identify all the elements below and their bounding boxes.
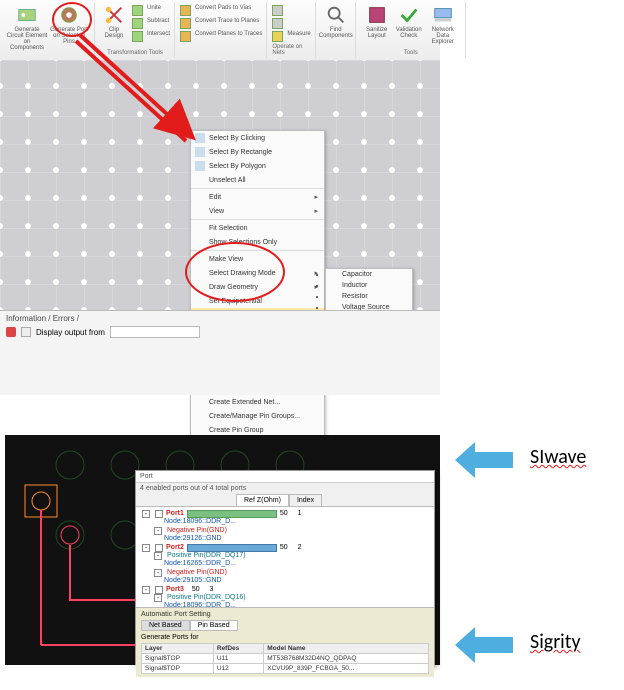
- ctx-set-equipotential[interactable]: Set Equipotential: [191, 294, 324, 308]
- submenu-inductor[interactable]: Inductor: [326, 280, 412, 291]
- convert-pads-button[interactable]: Convert Pads to Vias: [180, 4, 262, 17]
- ctx-edit[interactable]: Edit▸: [191, 190, 324, 204]
- ctx-create-extended-net-[interactable]: Create Extended Net...: [191, 395, 324, 409]
- dialog-tabs: Ref Z(Ohm) Index: [136, 494, 434, 507]
- convert-planes-button[interactable]: Convert Planes to Traces: [180, 30, 262, 43]
- output-from-select[interactable]: [110, 326, 200, 338]
- subtract-button[interactable]: Subtract: [132, 17, 170, 30]
- siwave-window: Generate Circuit Element on Components G…: [0, 0, 440, 395]
- dialog-title: Port: [136, 471, 434, 483]
- ctx-select-by-clicking[interactable]: Select By Clicking: [191, 131, 324, 145]
- find-components-button[interactable]: Find Components: [321, 4, 351, 39]
- arrow-to-siwave: [455, 440, 515, 480]
- unite-button[interactable]: Unite: [132, 4, 170, 17]
- output-from-label: Display output from: [36, 328, 105, 337]
- ctx-select-by-polygon[interactable]: Select By Polygon: [191, 159, 324, 173]
- ctx-view[interactable]: View▸: [191, 204, 324, 218]
- auto-port-table[interactable]: LayerRefDesModel Name Signal$TOPU11MT53B…: [141, 643, 429, 674]
- sigrity-window: Port 4 enabled ports out of 4 total port…: [5, 435, 440, 665]
- ribbon: Generate Circuit Element on Components G…: [0, 0, 440, 60]
- clip-design-button[interactable]: Clip Design: [100, 4, 128, 43]
- validation-check-button[interactable]: Validation Check: [393, 4, 425, 45]
- auto-tabs: Net Based Pin Based: [141, 620, 429, 631]
- tab-pin-based[interactable]: Pin Based: [190, 620, 238, 631]
- label-siwave: SIwave: [530, 445, 586, 469]
- submenu-capacitor[interactable]: Capacitor: [326, 269, 412, 280]
- intersect-button[interactable]: Intersect: [132, 30, 170, 43]
- label-sigrity: Sigrity: [530, 630, 581, 654]
- clear-icon[interactable]: [6, 327, 16, 337]
- ctx-make-view[interactable]: Make View: [191, 252, 324, 266]
- tab-index[interactable]: Index: [289, 494, 322, 506]
- submenu-resistor[interactable]: Resistor: [326, 291, 412, 302]
- tab-refz[interactable]: Ref Z(Ohm): [236, 494, 289, 506]
- generate-ports-label: Generate Ports for: [141, 634, 429, 641]
- convert-trace-button[interactable]: Convert Trace to Planes: [180, 17, 262, 30]
- ctx-select-by-rectangle[interactable]: Select By Rectangle: [191, 145, 324, 159]
- auto-title: Automatic Port Setting: [141, 611, 429, 618]
- port-dialog[interactable]: Port 4 enabled ports out of 4 total port…: [135, 470, 435, 665]
- ctx-show-selections-only[interactable]: Show Selections Only: [191, 235, 324, 249]
- dialog-subtitle: 4 enabled ports out of 4 total ports: [136, 483, 434, 494]
- gen-circuit-element-button[interactable]: Generate Circuit Element on Components: [6, 4, 48, 51]
- ctx-fit-selection[interactable]: Fit Selection: [191, 221, 324, 235]
- network-data-explorer-button[interactable]: Network Data Explorer: [425, 4, 461, 45]
- measure-button[interactable]: Measure: [272, 30, 310, 43]
- auto-port-setting: Automatic Port Setting Net Based Pin Bas…: [136, 607, 434, 677]
- gen-port-selected-pins-button[interactable]: Generate Port on Selected Pins: [48, 4, 90, 51]
- info-panel-title: Information / Errors /: [6, 314, 434, 323]
- tab-net-based[interactable]: Net Based: [141, 620, 190, 631]
- sanitize-layout-button[interactable]: Sanitize Layout: [361, 4, 393, 45]
- copy-icon[interactable]: [21, 327, 31, 337]
- arrow-to-sigrity: [455, 625, 515, 665]
- ctx-unselect-all[interactable]: Unselect All: [191, 173, 324, 187]
- port-tree[interactable]: - Port1 50 1 Node:18096::DDR_D... - Nega…: [136, 507, 434, 607]
- ctx-select-drawing-mode[interactable]: Select Drawing Mode▸: [191, 266, 324, 280]
- ctx-create-manage-pin-groups-[interactable]: Create/Manage Pin Groups...: [191, 409, 324, 423]
- ctx-draw-geometry[interactable]: Draw Geometry▸: [191, 280, 324, 294]
- info-panel: Information / Errors / Display output fr…: [0, 310, 440, 395]
